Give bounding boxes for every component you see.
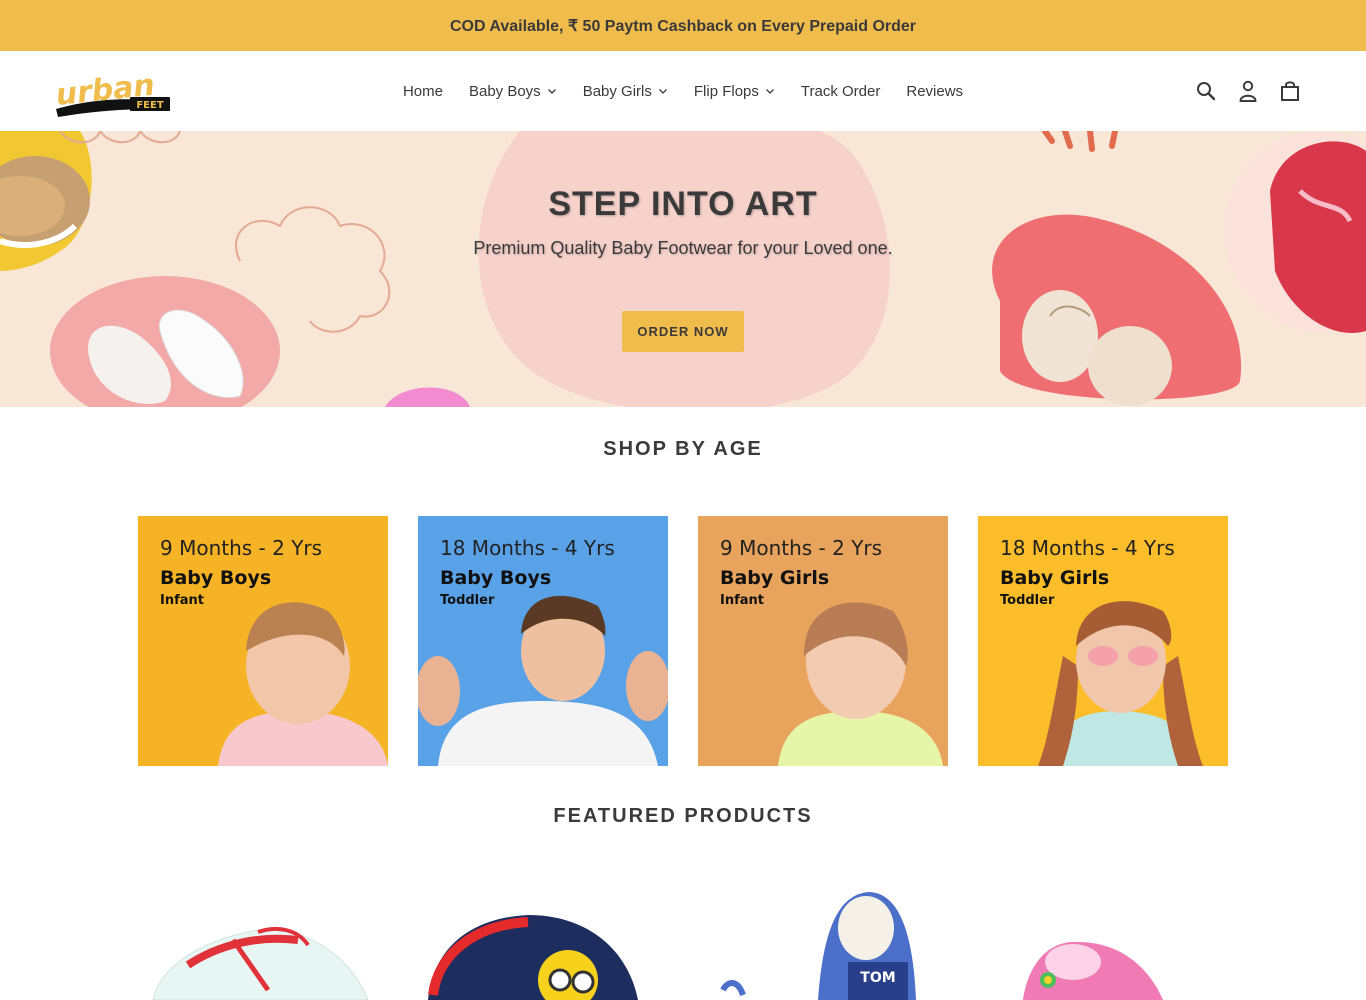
product-card[interactable]	[978, 870, 1228, 1000]
age-stage-label: Toddler	[440, 593, 495, 608]
nav-track-order-label: Track Order	[800, 82, 881, 100]
age-stage-label: Infant	[720, 593, 764, 608]
svg-text:FEET: FEET	[136, 100, 163, 111]
nav-home[interactable]: Home	[390, 83, 456, 100]
navy-owl-shoe-image	[428, 915, 638, 1000]
search-icon[interactable]	[1194, 77, 1218, 105]
account-icon[interactable]	[1236, 77, 1260, 105]
nav-baby-girls-label: Baby Girls	[582, 82, 652, 100]
shop-by-age-heading: SHOP BY AGE	[603, 438, 763, 460]
nav-baby-boys-label: Baby Boys	[468, 82, 541, 100]
product-card[interactable]	[138, 870, 388, 1000]
age-category-label: Baby Girls	[1000, 567, 1110, 589]
hero-banner: STEP INTO ART Premium Quality Baby Footw…	[0, 131, 1366, 407]
cart-icon[interactable]	[1278, 77, 1302, 105]
main-nav: Home Baby Boys Baby Girls Flip Flops Tra…	[0, 51, 1366, 131]
age-range-label: 18 Months - 4 Yrs	[440, 536, 615, 560]
pink-heart-shoe-image	[1023, 941, 1163, 1000]
nav-reviews-label: Reviews	[906, 82, 964, 100]
nav-reviews[interactable]: Reviews	[893, 83, 976, 100]
logo-image: urban FEET	[54, 68, 170, 117]
age-category-label: Baby Boys	[440, 567, 552, 589]
nav-track-order[interactable]: Track Order	[788, 83, 893, 100]
nav-baby-boys[interactable]: Baby Boys	[456, 83, 570, 100]
announcement-bar: COD Available, ₹ 50 Paytm Cashback on Ev…	[0, 0, 1366, 51]
age-range-label: 9 Months - 2 Yrs	[720, 536, 883, 560]
age-category-label: Baby Girls	[720, 567, 830, 589]
age-card-boys-infant[interactable]: 9 Months - 2 Yrs Baby Boys Infant	[138, 516, 388, 766]
site-logo[interactable]: urban FEET	[54, 65, 172, 117]
svg-text:TOM: TOM	[860, 970, 895, 986]
nav-flip-flops-label: Flip Flops	[693, 82, 759, 100]
age-stage-label: Infant	[160, 593, 204, 608]
age-category-label: Baby Boys	[160, 567, 272, 589]
age-card-girls-toddler[interactable]: 18 Months - 4 Yrs Baby Girls Toddler	[978, 516, 1228, 766]
age-card-girls-infant[interactable]: 9 Months - 2 Yrs Baby Girls Infant	[698, 516, 948, 766]
featured-products-heading: FEATURED PRODUCTS	[553, 805, 813, 827]
age-range-label: 9 Months - 2 Yrs	[160, 536, 323, 560]
header-icons	[1194, 77, 1302, 105]
age-stage-label: Toddler	[1000, 593, 1055, 608]
chevron-down-icon	[658, 89, 667, 94]
age-card-boys-toddler[interactable]: 18 Months - 4 Yrs Baby Boys Toddler	[418, 516, 668, 766]
nav-baby-girls[interactable]: Baby Girls	[570, 83, 681, 100]
product-card[interactable]: TOM	[698, 870, 948, 1000]
chevron-down-icon	[765, 89, 774, 94]
hero-subtitle: Premium Quality Baby Footwear for your L…	[473, 238, 893, 258]
blue-tom-jerry-shoe-image: TOM	[720, 892, 916, 1000]
chevron-down-icon	[547, 89, 556, 94]
hero-background-art	[0, 131, 1366, 407]
order-now-button[interactable]: ORDER NOW	[622, 311, 744, 352]
age-range-label: 18 Months - 4 Yrs	[1000, 536, 1175, 560]
white-red-shoe-image	[152, 926, 369, 1000]
nav-flip-flops[interactable]: Flip Flops	[681, 83, 788, 100]
site-header: urban FEET Home Baby Boys Baby Girls Fli…	[0, 51, 1366, 131]
announcement-text: COD Available, ₹ 50 Paytm Cashback on Ev…	[449, 17, 917, 35]
product-card[interactable]	[418, 870, 668, 1000]
nav-home-label: Home	[402, 82, 443, 100]
hero-title: STEP INTO ART	[548, 185, 818, 223]
